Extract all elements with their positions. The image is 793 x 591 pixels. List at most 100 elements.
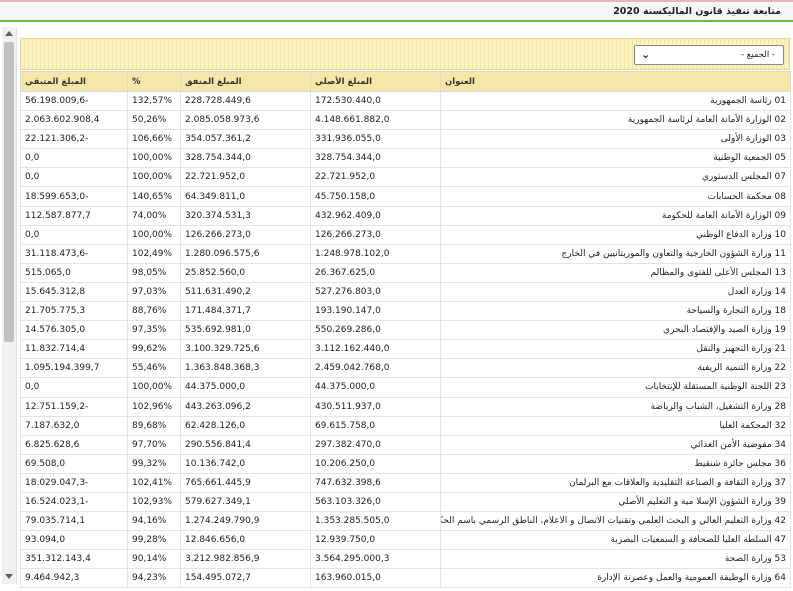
- cell-original-amount: 69.615.758,0: [310, 415, 441, 436]
- table-row[interactable]: 09 الوزارة الأمانة العامة للحكومة 432.962…: [20, 205, 791, 226]
- table-row[interactable]: 13 المجلس الأعلى للفتوى والمظالم 26.367.6…: [20, 262, 791, 283]
- table-row[interactable]: 19 وزارة الصيد والإقتصاد البحري 550.269.2…: [20, 320, 791, 341]
- table-row[interactable]: 08 محكمة الحسابات 45.750.158,0 64.349.811,…: [20, 186, 791, 207]
- cell-original-amount: 2.459.042.768,0: [310, 358, 441, 379]
- cell-spent-amount: 765.661.445,9: [180, 472, 311, 493]
- table-header-row: العنوان المبلغ الأصلي المبلغ المنفق % ال…: [20, 71, 791, 92]
- scroll-down-arrow-icon[interactable]: [5, 574, 13, 579]
- table-row[interactable]: 28 وزارة التشغيل، الشباب والرياضة 430.511…: [20, 396, 791, 417]
- cell-remaining-amount: 22.121.306,2-: [20, 129, 128, 150]
- cell-percent: 99,28%: [127, 530, 181, 551]
- table-row[interactable]: 39 وزارة الشؤون الإسلا مية و التعليم الأ…: [20, 491, 791, 513]
- cell-spent-amount: 579.627.349,1: [180, 491, 311, 513]
- cell-name: 13 المجلس الأعلى للفتوى والمظالم: [440, 262, 791, 283]
- table-row[interactable]: 37 وزارة الثقافة و الصناعة التقليدية وال…: [20, 472, 791, 493]
- table-row[interactable]: 32 المحكمة العليا 69.615.758,0 62.428.126,…: [20, 415, 791, 436]
- table-row[interactable]: 03 الوزارة الأولى 331.936.055,0 354.057.36…: [20, 129, 791, 150]
- cell-original-amount: 297.382.470,0: [310, 434, 441, 455]
- cell-original-amount: 193.190.147,0: [310, 301, 441, 322]
- cell-percent: 99,62%: [127, 339, 181, 360]
- category-select[interactable]: - الجميع - ⌄: [634, 45, 784, 65]
- cell-remaining-amount: 93.094,0: [20, 530, 128, 551]
- cell-percent: 90,14%: [127, 549, 181, 570]
- cell-percent: 102,96%: [127, 396, 181, 417]
- cell-percent: 132,57%: [127, 90, 181, 112]
- cell-remaining-amount: 31.118.473,6-: [20, 243, 128, 264]
- cell-remaining-amount: 69.508,0: [20, 453, 128, 474]
- table-row[interactable]: 22 وزارة التنمية الريفية 2.459.042.768,0 1…: [20, 358, 791, 379]
- cell-original-amount: 550.269.286,0: [310, 320, 441, 341]
- table-row[interactable]: 42 وزارة التعليم العالي و البحث العلمي و…: [20, 511, 791, 532]
- cell-name: 22 وزارة التنمية الريفية: [440, 358, 791, 379]
- table-row[interactable]: 01 رئاسة الجمهورية 172.530.440,0 228.728.4…: [20, 90, 791, 112]
- cell-original-amount: 4.148.661.882,0: [310, 110, 441, 131]
- cell-spent-amount: 126.266.273,0: [180, 224, 311, 245]
- cell-spent-amount: 290.556.841,4: [180, 434, 311, 455]
- cell-original-amount: 44.375.000,0: [310, 377, 441, 398]
- cell-name: 19 وزارة الصيد والإقتصاد البحري: [440, 320, 791, 341]
- cell-name: 37 وزارة الثقافة و الصناعة التقليدية وال…: [440, 472, 791, 493]
- cell-original-amount: 430.511.937,0: [310, 396, 441, 417]
- cell-original-amount: 10.206.250,0: [310, 453, 441, 474]
- vertical-scrollbar[interactable]: [2, 27, 17, 584]
- table-row[interactable]: 05 الجمعية الوطنية 328.754.344,0 328.754.3…: [20, 148, 791, 169]
- cell-spent-amount: 354.057.361,2: [180, 129, 311, 150]
- table-row[interactable]: 47 السلطة العليا للصحافة و السمعيات البص…: [20, 530, 791, 551]
- cell-spent-amount: 154.495.072,7: [180, 568, 311, 589]
- cell-original-amount: 45.750.158,0: [310, 186, 441, 207]
- cell-spent-amount: 64.349.811,0: [180, 186, 311, 207]
- chevron-down-icon[interactable]: ⌄: [641, 48, 650, 61]
- cell-percent: 140,65%: [127, 186, 181, 207]
- header-remaining-amount[interactable]: المبلغ المتبقي: [20, 71, 128, 92]
- table-row[interactable]: 18 وزارة التجارة والسياحة 193.190.147,0 17…: [20, 301, 791, 322]
- scroll-thumb[interactable]: [4, 42, 14, 342]
- cell-remaining-amount: 1.095.194.399,7: [20, 358, 128, 379]
- table-row[interactable]: 34 مفوضية الأمن الغذائي 297.382.470,0 290.…: [20, 434, 791, 455]
- cell-percent: 100,00%: [127, 167, 181, 188]
- cell-percent: 99,32%: [127, 453, 181, 474]
- cell-name: 28 وزارة التشغيل، الشباب والرياضة: [440, 396, 791, 417]
- cell-name: 09 الوزارة الأمانة العامة للحكومة: [440, 205, 791, 226]
- cell-remaining-amount: 18.029.047,3-: [20, 472, 128, 493]
- scroll-up-arrow-icon[interactable]: [5, 31, 13, 36]
- table-row[interactable]: 64 وزارة الوظيفة العمومية والعمل وعصرنة …: [20, 568, 791, 589]
- cell-name: 11 وزارة الشؤون الخارجية والتعاون والمور…: [440, 243, 791, 264]
- cell-original-amount: 747.632.398,6: [310, 472, 441, 493]
- table-row[interactable]: 11 وزارة الشؤون الخارجية والتعاون والمور…: [20, 243, 791, 264]
- cell-name: 36 مجلس جائزة شنقيط: [440, 453, 791, 474]
- table-row[interactable]: 23 اللجنة الوطنية المستقلة للإنتخابات 44.…: [20, 377, 791, 398]
- cell-percent: 106,66%: [127, 129, 181, 150]
- table-row[interactable]: 07 المجلس الدستوري 22.721.952,0 22.721.952…: [20, 167, 791, 188]
- cell-original-amount: 172.530.440,0: [310, 90, 441, 112]
- table-row[interactable]: 53 وزارة الصحة 3.564.295.000,3 3.212.982.8…: [20, 549, 791, 570]
- cell-remaining-amount: 0,0: [20, 224, 128, 245]
- cell-name: 42 وزارة التعليم العالي و البحث العلمي و…: [440, 511, 791, 532]
- cell-name: 64 وزارة الوظيفة العمومية والعمل وعصرنة …: [440, 568, 791, 589]
- table-row[interactable]: 02 الوزارة الأمانة العامة لرئاسة الجمهور…: [20, 110, 791, 131]
- cell-name: 32 المحكمة العليا: [440, 415, 791, 436]
- cell-spent-amount: 1.274.249.790,9: [180, 511, 311, 532]
- cell-remaining-amount: 515.065,0: [20, 262, 128, 283]
- header-original-amount[interactable]: المبلغ الأصلي: [310, 71, 441, 92]
- header-name[interactable]: العنوان: [440, 71, 791, 92]
- category-select-value: - الجميع -: [741, 50, 775, 60]
- cell-percent: 88,76%: [127, 301, 181, 322]
- cell-percent: 100,00%: [127, 224, 181, 245]
- cell-percent: 100,00%: [127, 377, 181, 398]
- cell-spent-amount: 2.085.058.973,6: [180, 110, 311, 131]
- cell-original-amount: 1.353.285.505,0: [310, 511, 441, 532]
- cell-original-amount: 12.939.750,0: [310, 530, 441, 551]
- header-percent[interactable]: %: [127, 71, 181, 92]
- cell-spent-amount: 44.375.000,0: [180, 377, 311, 398]
- cell-spent-amount: 25.852.560,0: [180, 262, 311, 283]
- header-spent-amount[interactable]: المبلغ المنفق: [180, 71, 311, 92]
- cell-remaining-amount: 112.587.877,7: [20, 205, 128, 226]
- cell-spent-amount: 1.280.096.575,6: [180, 243, 311, 264]
- cell-spent-amount: 1.363.848.368,3: [180, 358, 311, 379]
- table-row[interactable]: 14 وزارة العدل 527.276.803,0 511.631.490,2…: [20, 281, 791, 303]
- cell-original-amount: 527.276.803,0: [310, 281, 441, 303]
- table-row[interactable]: 10 وزارة الدفاع الوطني 126.266.273,0 126.2…: [20, 224, 791, 245]
- cell-original-amount: 126.266.273,0: [310, 224, 441, 245]
- table-row[interactable]: 36 مجلس جائزة شنقيط 10.206.250,0 10.136.74…: [20, 453, 791, 474]
- table-row[interactable]: 21 وزارة التجهيز والنقل 3.112.162.440,0 3.…: [20, 339, 791, 360]
